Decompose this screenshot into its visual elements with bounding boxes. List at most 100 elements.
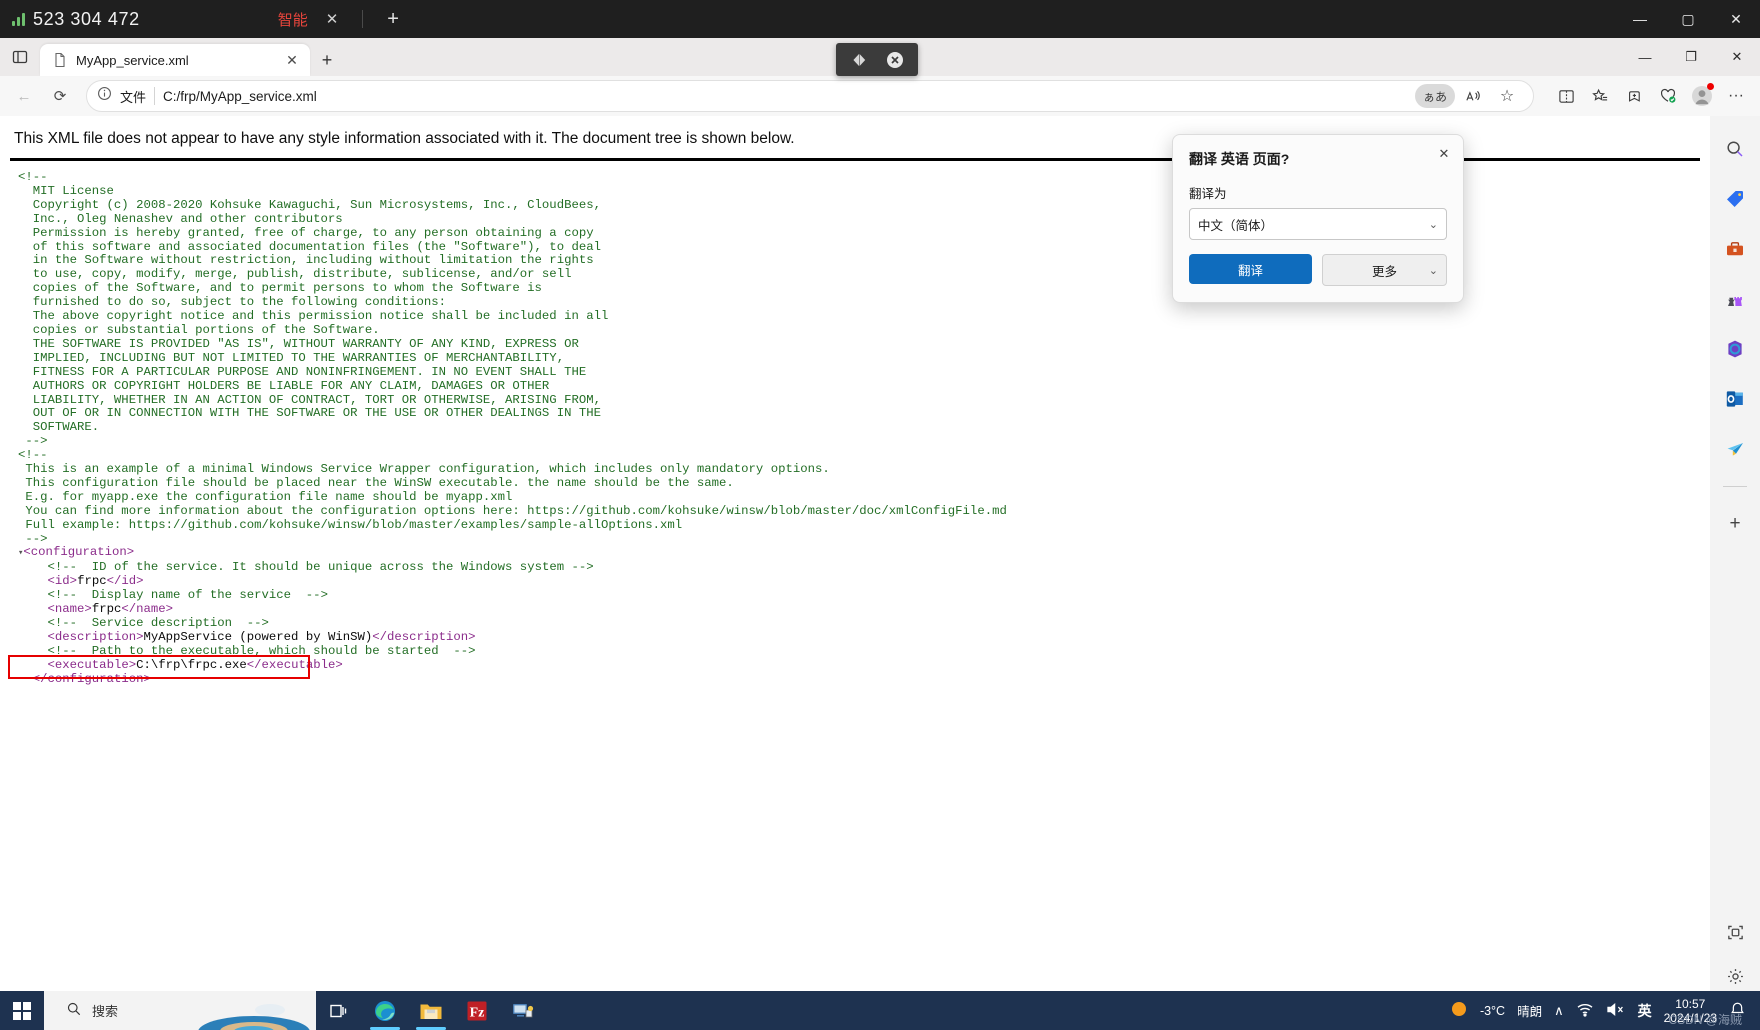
task-view-icon[interactable] — [316, 991, 362, 1030]
edge-browser-icon[interactable] — [362, 991, 408, 1030]
host-new-tab-icon[interactable]: + — [387, 9, 399, 29]
browser-window-controls: — ❐ ✕ — [1622, 38, 1760, 76]
tray-temperature: -3°C — [1479, 1003, 1506, 1018]
outlook-icon[interactable] — [1718, 382, 1752, 416]
close-circle-icon[interactable] — [883, 48, 907, 72]
host-tab-separator — [362, 10, 364, 28]
host-close-button[interactable]: ✕ — [1712, 0, 1760, 38]
windows-taskbar: 搜索 Fz -3°C 晴朗 ∧ 英 10:57 2024/1/23 CSDN @… — [0, 991, 1760, 1030]
xml-node-line: <!-- Service description --> — [47, 616, 269, 630]
url-scheme-label: 文件 — [120, 89, 147, 105]
host-tab-close-icon[interactable]: ✕ — [326, 10, 339, 28]
ime-indicator[interactable]: 英 — [1638, 1001, 1652, 1021]
toolbox-icon[interactable] — [1718, 232, 1752, 266]
refresh-button[interactable]: ⟳ — [44, 80, 76, 112]
tray-overflow-chevron-icon[interactable]: ∧ — [1554, 1003, 1564, 1019]
xml-node-line: <executable>C:\frp\frpc.exe</executable> — [47, 657, 343, 672]
tray-time-value: 10:57 — [1675, 996, 1706, 1011]
xml-comment-line: Full example: https://github.com/kohsuke… — [18, 517, 683, 532]
xml-node-line: <!-- Display name of the service --> — [47, 588, 328, 603]
taskbar-search-box[interactable]: 搜索 — [44, 991, 316, 1030]
translate-more-label: 更多 — [1371, 264, 1397, 279]
read-aloud-icon[interactable] — [1457, 80, 1489, 112]
host-window-titlebar: 523 304 472 智能 ✕ + — ▢ ✕ — [0, 0, 1760, 38]
xml-comment-line: LIABILITY, WHETHER IN AN ACTION OF CONTR… — [18, 392, 601, 407]
collections-icon[interactable] — [1584, 80, 1616, 112]
host-window-controls: — ▢ ✕ — [1616, 0, 1760, 38]
tab-close-icon[interactable]: ✕ — [282, 52, 302, 69]
xml-node-line: ▾<configuration> — [18, 545, 135, 560]
host-maximize-button[interactable]: ▢ — [1664, 0, 1712, 38]
svg-text:Fz: Fz — [470, 1005, 485, 1020]
translate-pill-icon[interactable]: ぁあ — [1414, 84, 1455, 108]
host-minimize-button[interactable]: — — [1616, 0, 1664, 38]
translate-confirm-button[interactable]: 翻译 — [1189, 254, 1312, 284]
edge-browser-window: MyApp_service.xml ✕ + — ❐ ✕ ← ⟳ 文件 C:/fr… — [0, 38, 1760, 1007]
xml-comment-line: AUTHORS OR COPYRIGHT HOLDERS BE LIABLE F… — [18, 378, 550, 393]
xml-comment-line: OUT OF OR IN CONNECTION WITH THE SOFTWAR… — [18, 406, 601, 421]
search-icon — [66, 1001, 82, 1020]
browser-restore-button[interactable]: ❐ — [1668, 38, 1714, 76]
address-bar-divider — [154, 87, 156, 105]
split-screen-icon[interactable] — [1550, 80, 1582, 112]
translate-language-select[interactable]: 中文（简体） ⌄ — [1189, 208, 1447, 240]
new-tab-button[interactable]: + — [310, 44, 344, 76]
paper-plane-icon[interactable] — [1718, 432, 1752, 466]
shopping-tag-icon[interactable] — [1718, 182, 1752, 216]
browser-tab[interactable]: MyApp_service.xml ✕ — [40, 44, 310, 76]
browser-essentials-icon[interactable] — [1652, 80, 1684, 112]
xml-comment-line: This configuration file should be placed… — [18, 475, 734, 490]
browser-minimize-button[interactable]: — — [1622, 38, 1668, 76]
address-bar[interactable]: 文件 C:/frp/MyApp_service.xml ぁあ ☆ — [86, 80, 1534, 112]
xml-comment-line: FITNESS FOR A PARTICULAR PURPOSE AND NON… — [18, 364, 587, 379]
host-tab[interactable]: 智能 ✕ + — [278, 9, 399, 30]
xml-comment-line: <!-- — [18, 448, 48, 463]
filezilla-icon[interactable]: Fz — [454, 991, 500, 1030]
url-text: C:/frp/MyApp_service.xml — [163, 88, 317, 104]
xml-node-line: <name>frpc</name> — [47, 602, 173, 617]
edge-sidebar: + — [1710, 116, 1760, 1007]
xml-comment-line: This is an example of a minimal Windows … — [18, 462, 830, 477]
add-sidebar-app-button[interactable]: + — [1718, 507, 1752, 541]
browser-close-button[interactable]: ✕ — [1714, 38, 1760, 76]
xml-node-line: <!-- ID of the service. It should be uni… — [47, 560, 594, 575]
settings-and-more-button[interactable]: ··· — [1720, 80, 1752, 112]
snip-arrow-icon[interactable] — [847, 48, 871, 72]
xml-comment-line: You can find more information about the … — [18, 503, 1007, 518]
translate-close-icon[interactable]: ✕ — [1433, 143, 1455, 165]
xml-comment-line: IMPLIED, INCLUDING BUT NOT LIMITED TO TH… — [18, 350, 565, 365]
settings-gear-icon[interactable] — [1718, 959, 1752, 993]
volume-muted-icon[interactable] — [1606, 1002, 1626, 1020]
favorite-star-icon[interactable]: ☆ — [1491, 80, 1523, 112]
xml-comment-line: --> — [18, 434, 48, 449]
remote-desktop-icon[interactable] — [500, 991, 546, 1030]
host-device-id: 523 304 472 — [33, 8, 140, 29]
add-favorites-icon[interactable] — [1618, 80, 1650, 112]
search-icon[interactable] — [1718, 132, 1752, 166]
screenshot-icon[interactable] — [1718, 915, 1752, 949]
profile-avatar-icon[interactable] — [1686, 80, 1718, 112]
file-explorer-icon[interactable] — [408, 991, 454, 1030]
signal-bars-icon — [12, 12, 25, 26]
translate-more-button[interactable]: 更多 ⌄ — [1322, 254, 1447, 286]
translate-flyout-title: 翻译 英语 页面? — [1189, 151, 1290, 167]
microsoft-365-icon[interactable] — [1718, 332, 1752, 366]
info-circle-icon[interactable] — [97, 86, 112, 106]
tab-list-icon[interactable] — [0, 38, 40, 76]
browser-tab-title: MyApp_service.xml — [76, 52, 189, 68]
screen-capture-toolbar — [836, 43, 918, 76]
browser-navigation-bar: ← ⟳ 文件 C:/frp/MyApp_service.xml ぁあ ☆ ··· — [0, 76, 1760, 116]
windows-start-icon[interactable] — [0, 991, 44, 1030]
translate-target-label: 翻译为 — [1189, 187, 1227, 201]
back-button[interactable]: ← — [8, 80, 40, 112]
xml-comment-line: E.g. for myapp.exe the configuration fil… — [18, 489, 513, 504]
games-chess-icon[interactable] — [1718, 282, 1752, 316]
xml-comment-line: --> — [18, 531, 48, 546]
xml-comment-line: THE SOFTWARE IS PROVIDED "AS IS", WITHOU… — [18, 336, 579, 351]
wifi-icon[interactable] — [1576, 1002, 1594, 1020]
chevron-down-icon: ⌄ — [1428, 218, 1438, 231]
xml-comment-line: The above copyright notice and this perm… — [18, 309, 609, 324]
search-illustration — [198, 1004, 310, 1030]
host-tab-label: 智能 — [277, 11, 308, 29]
xml-node-line: <description>MyAppService (powered by Wi… — [47, 629, 476, 644]
